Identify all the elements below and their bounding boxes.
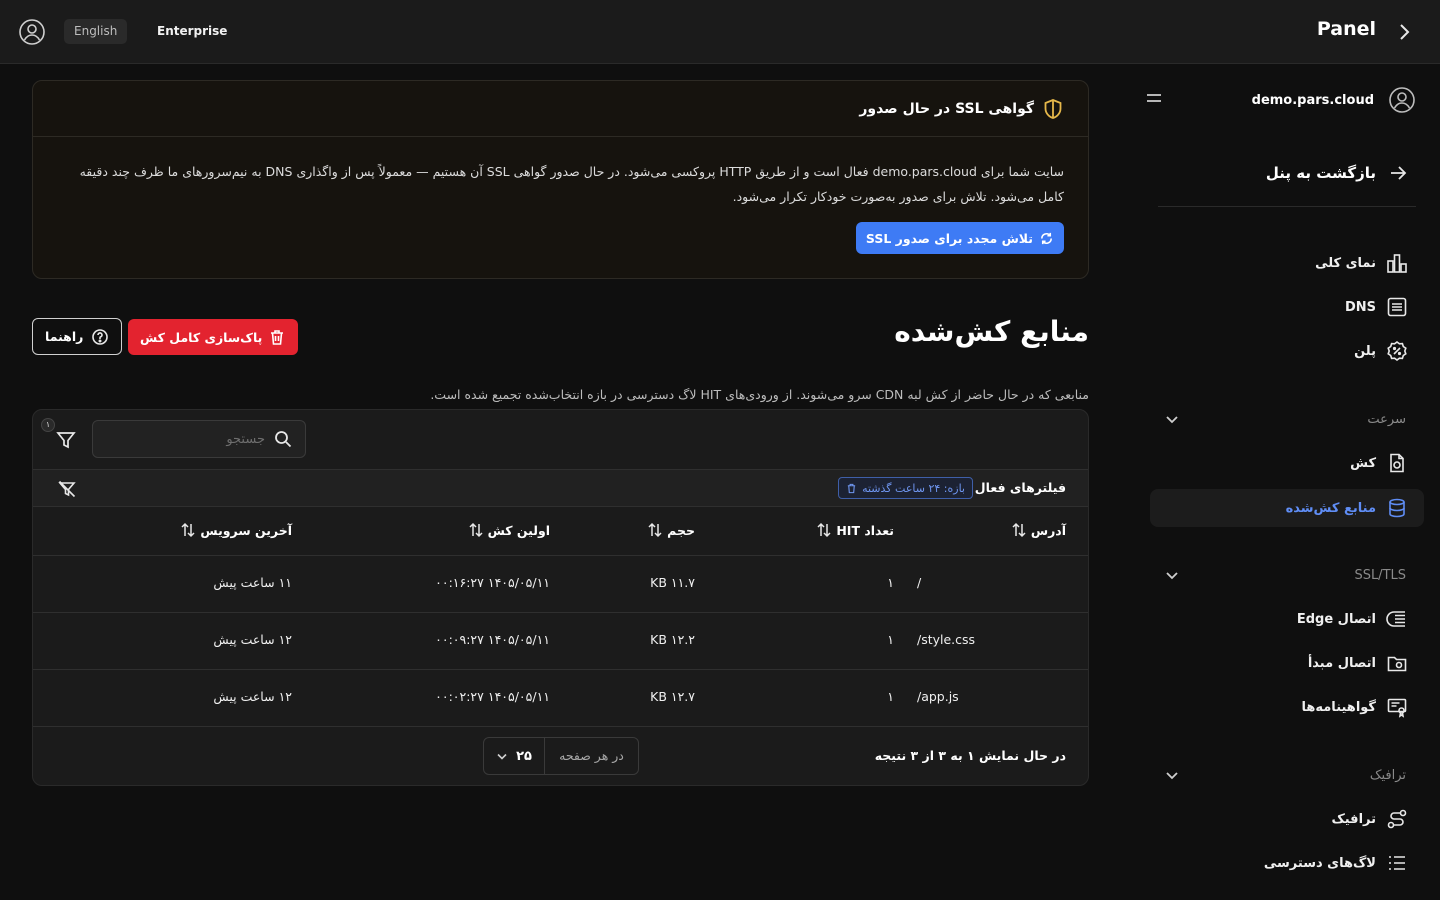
chevron-down-icon xyxy=(1164,411,1180,427)
page-description: منابعی که در حال حاضر از کش لبه CDN سرو … xyxy=(430,387,1089,402)
sidebar-item-access-logs[interactable]: لاگ‌های دسترسی xyxy=(1150,844,1424,882)
sidebar-item-overview[interactable]: نمای کلی xyxy=(1150,244,1424,282)
log-list-icon xyxy=(1386,852,1408,874)
refresh-icon xyxy=(1039,231,1054,246)
trash-icon xyxy=(268,328,286,346)
search-input[interactable]: جستجو xyxy=(92,420,306,458)
active-filters-bar: فیلترهای فعال بازه: ۲۴ ساعت گذشته xyxy=(33,469,1088,507)
back-to-panel-link[interactable]: بازگشت به پنل xyxy=(1266,163,1408,183)
chevron-right-icon[interactable] xyxy=(1392,20,1416,44)
sidebar-item-edge-connection[interactable]: اتصال Edge xyxy=(1150,600,1424,638)
sidebar-divider xyxy=(1158,206,1416,207)
arrow-right-icon xyxy=(1388,163,1408,183)
per-page-value: ۲۵ xyxy=(484,738,544,774)
per-page-select[interactable]: در هر صفحه ۲۵ xyxy=(483,737,639,775)
list-document-icon xyxy=(1386,296,1408,318)
sidebar-item-dns[interactable]: DNS xyxy=(1150,288,1424,326)
table-header: آدرس تعداد HIT حجم اولین کش آخرین سرویس xyxy=(33,507,1088,556)
sort-icon xyxy=(1011,522,1027,538)
column-header-last-served[interactable]: آخرین سرویس xyxy=(180,522,292,538)
sidebar-group-traffic[interactable]: ترافیک xyxy=(1150,760,1424,790)
user-account-icon[interactable] xyxy=(18,18,46,46)
active-filters-label: فیلترهای فعال xyxy=(974,480,1066,495)
chevron-down-icon xyxy=(1164,567,1180,583)
sidebar-item-cached-resources[interactable]: منابع کش‌شده xyxy=(1150,489,1424,527)
sort-icon xyxy=(468,522,484,538)
domain-name: demo.pars.cloud xyxy=(1251,92,1374,108)
table-row[interactable]: / ۱ KB ۱۱.۷ ۱۴۰۵/۰۵/۱۱ ۰۰:۱۶:۲۷ ۱۱ ساعت … xyxy=(33,556,1088,613)
chevron-down-icon xyxy=(496,750,508,762)
help-circle-icon xyxy=(91,328,109,346)
table-row[interactable]: /style.css ۱ KB ۱۲.۲ ۱۴۰۵/۰۵/۱۱ ۰۰:۰۹:۲۷… xyxy=(33,613,1088,670)
sidebar-group-speed[interactable]: سرعت xyxy=(1150,404,1424,434)
ssl-notice-header: گواهی SSL در حال صدور xyxy=(33,81,1088,137)
search-icon xyxy=(273,429,293,449)
retry-ssl-button[interactable]: تلاش مجدد برای صدور SSL xyxy=(855,222,1064,254)
chevron-down-icon xyxy=(1164,767,1180,783)
top-bar: English Enterprise Panel xyxy=(0,0,1440,64)
sidebar: demo.pars.cloud بازگشت به پنل نمای کلی D… xyxy=(1140,65,1440,900)
table-toolbar: جستجو ۱ xyxy=(33,410,1088,469)
sort-icon xyxy=(816,522,832,538)
column-header-address[interactable]: آدرس xyxy=(1011,522,1066,538)
language-switch-button[interactable]: English xyxy=(64,19,128,44)
edge-lines-icon xyxy=(1386,608,1408,630)
sidebar-group-ssl-tls[interactable]: SSL/TLS xyxy=(1150,560,1424,590)
shield-icon xyxy=(1042,98,1064,120)
panel-title: Panel xyxy=(1316,18,1376,40)
sort-icon xyxy=(647,522,663,538)
database-icon xyxy=(1386,497,1408,519)
clear-filters-icon[interactable] xyxy=(57,479,77,499)
folder-icon xyxy=(1386,652,1408,674)
sidebar-item-origin-connection[interactable]: اتصال مبدأ xyxy=(1150,644,1424,682)
page-title: منابع کش‌شده xyxy=(894,315,1089,348)
chart-bar-icon xyxy=(1386,252,1408,274)
cache-file-icon xyxy=(1386,452,1408,474)
domain-selector[interactable]: demo.pars.cloud xyxy=(1252,85,1416,115)
filter-icon[interactable] xyxy=(55,429,77,451)
cached-resources-table: جستجو ۱ فیلترهای فعال بازه: ۲۴ ساعت گذشت… xyxy=(32,409,1089,786)
search-placeholder: جستجو xyxy=(226,431,265,447)
sidebar-item-plan[interactable]: پلن xyxy=(1150,332,1424,370)
table-footer: در حال نمایش ۱ به ۳ از ۳ نتیجه در هر صفح… xyxy=(33,727,1088,785)
pagination-summary: در حال نمایش ۱ به ۳ از ۳ نتیجه xyxy=(874,748,1066,763)
sidebar-item-certificates[interactable]: گواهینامه‌ها xyxy=(1150,688,1424,726)
sidebar-item-traffic[interactable]: ترافیک xyxy=(1150,800,1424,838)
sidebar-item-cache[interactable]: کش xyxy=(1150,444,1424,482)
ssl-notice-title: گواهی SSL در حال صدور xyxy=(859,100,1034,117)
column-header-hits[interactable]: تعداد HIT xyxy=(816,522,894,538)
trash-icon[interactable] xyxy=(846,483,857,494)
filter-count-badge: ۱ xyxy=(41,418,55,432)
column-header-first-cache[interactable]: اولین کش xyxy=(468,522,550,538)
menu-icon[interactable] xyxy=(1144,89,1164,109)
per-page-label: در هر صفحه xyxy=(544,738,638,774)
filter-chip-range[interactable]: بازه: ۲۴ ساعت گذشته xyxy=(838,477,973,499)
table-row[interactable]: /app.js ۱ KB ۱۲.۷ ۱۴۰۵/۰۵/۱۱ ۰۰:۰۲:۲۷ ۱۲… xyxy=(33,670,1088,727)
plan-label: Enterprise xyxy=(157,24,228,38)
route-icon xyxy=(1386,808,1408,830)
domain-avatar-icon xyxy=(1388,86,1416,114)
purge-cache-button[interactable]: پاک‌سازی کامل کش xyxy=(128,319,299,355)
sort-icon xyxy=(180,522,196,538)
column-header-size[interactable]: حجم xyxy=(647,522,695,538)
badge-percent-icon xyxy=(1386,340,1408,362)
certificate-icon xyxy=(1386,696,1408,718)
ssl-notice-card: گواهی SSL در حال صدور سایت شما برای demo… xyxy=(32,80,1089,279)
guide-button[interactable]: راهنما xyxy=(32,318,123,355)
ssl-notice-body: سایت شما برای demo.pars.cloud فعال است و… xyxy=(79,164,1064,204)
